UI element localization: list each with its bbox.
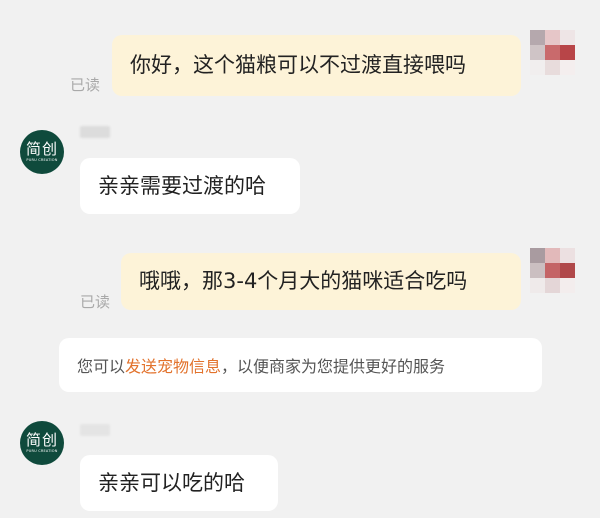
message-text: 亲亲需要过渡的哈 bbox=[98, 173, 266, 198]
message-text: 你好，这个猫粮可以不过渡直接喂吗 bbox=[130, 53, 466, 77]
seller-logo: 简创 bbox=[25, 430, 58, 449]
seller-name-blurred bbox=[80, 424, 110, 436]
system-tip: 您可以 发送宠物信息 ，以便商家为您提供更好的服务 bbox=[59, 338, 542, 392]
send-pet-info-link[interactable]: 发送宠物信息 bbox=[125, 353, 221, 377]
seller-logo-sub: PURU CREATION bbox=[26, 448, 58, 453]
user-avatar[interactable] bbox=[530, 30, 575, 75]
message-bubble-incoming[interactable]: 亲亲可以吃的哈 bbox=[80, 455, 278, 511]
message-bubble-outgoing[interactable]: 你好，这个猫粮可以不过渡直接喂吗 bbox=[112, 35, 521, 96]
read-status: 已读 bbox=[70, 76, 101, 94]
message-bubble-incoming[interactable]: 亲亲需要过渡的哈 bbox=[80, 158, 300, 214]
read-status: 已读 bbox=[80, 293, 111, 311]
seller-logo-sub: PURU CREATION bbox=[26, 157, 58, 162]
message-bubble-outgoing[interactable]: 哦哦，那3-4个月大的猫咪适合吃吗 bbox=[121, 253, 521, 310]
tip-prefix: 您可以 bbox=[77, 357, 126, 376]
tip-suffix: ，以便商家为您提供更好的服务 bbox=[221, 357, 446, 376]
seller-avatar[interactable]: 简创 PURU CREATION bbox=[20, 421, 64, 465]
message-text: 哦哦，那3-4个月大的猫咪适合吃吗 bbox=[139, 269, 468, 293]
seller-logo: 简创 bbox=[25, 139, 58, 158]
message-text: 亲亲可以吃的哈 bbox=[98, 470, 245, 495]
user-avatar[interactable] bbox=[530, 248, 575, 293]
seller-avatar[interactable]: 简创 PURU CREATION bbox=[20, 130, 64, 174]
seller-name-blurred bbox=[80, 126, 110, 138]
